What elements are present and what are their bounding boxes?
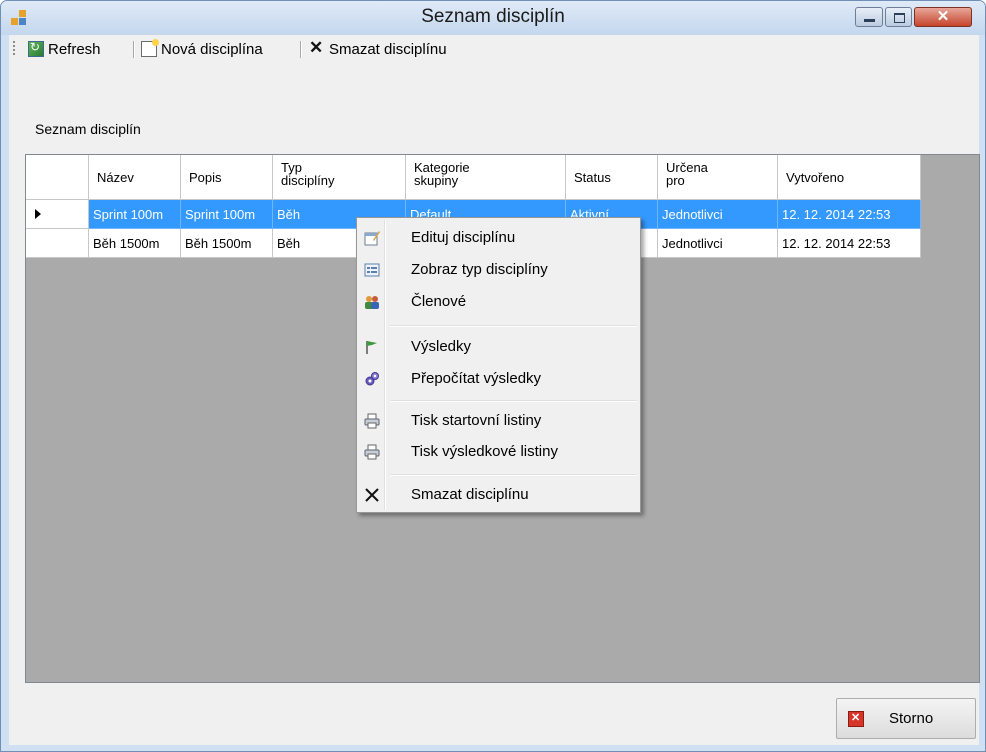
column-header-category[interactable]: Kategorie skupiny [406, 155, 566, 200]
cell-created[interactable]: 12. 12. 2014 22:53 [778, 200, 921, 229]
delete-x-icon [365, 488, 379, 502]
toolbar-separator [300, 41, 302, 58]
menu-item-results[interactable]: Výsledky [359, 332, 638, 362]
close-icon: ✕ [936, 8, 950, 25]
view-icon [364, 263, 380, 277]
minimize-icon [864, 19, 875, 22]
cancel-icon [848, 710, 864, 727]
new-discipline-button[interactable]: Nová disciplína [141, 38, 263, 60]
new-discipline-label: Nová disciplína [161, 40, 263, 58]
delete-discipline-label: Smazat disciplínu [329, 40, 447, 58]
edit-icon [364, 231, 380, 246]
window-title: Seznam disciplín [421, 6, 565, 27]
menu-item-label: Edituj disciplínu [411, 229, 516, 246]
menu-item-show-type[interactable]: Zobraz typ disciplíny [359, 255, 638, 285]
recalculate-icon [365, 372, 379, 386]
menu-separator [390, 400, 637, 402]
toolbar-grip[interactable] [13, 41, 15, 57]
refresh-button[interactable]: Refresh [28, 38, 101, 60]
row-header[interactable] [26, 200, 89, 229]
column-header-status[interactable]: Status [566, 155, 658, 200]
toolbar-separator [133, 41, 135, 58]
column-header-name[interactable]: Název [89, 155, 181, 200]
column-header-intended-for[interactable]: Určena pro [658, 155, 778, 200]
section-label: Seznam disciplín [35, 121, 141, 137]
cell-description[interactable]: Běh 1500m [181, 229, 273, 258]
context-menu: Edituj disciplínu Zobraz typ disciplíny … [356, 217, 641, 513]
column-header-type[interactable]: Typ disciplíny [273, 155, 406, 200]
new-document-icon [141, 39, 159, 57]
delete-discipline-button[interactable]: Smazat disciplínu [309, 38, 447, 60]
toolbar: Refresh Nová disciplína Smazat disciplín… [9, 35, 979, 63]
close-button[interactable]: ✕ [914, 7, 972, 27]
menu-item-label: Zobraz typ disciplíny [411, 261, 548, 278]
minimize-button[interactable] [855, 7, 883, 27]
menu-item-label: Přepočítat výsledky [411, 370, 542, 387]
column-header-description[interactable]: Popis [181, 155, 273, 200]
members-icon [365, 296, 379, 309]
cell-intended-for[interactable]: Jednotlivci [658, 200, 778, 229]
menu-item-edit-discipline[interactable]: Edituj disciplínu [359, 223, 638, 253]
column-header-created[interactable]: Vytvořeno [778, 155, 921, 200]
delete-x-icon [309, 38, 325, 58]
application-window: Seznam disciplín ✕ Refresh Nová disciplí… [0, 0, 986, 752]
menu-item-recalculate-results[interactable]: Přepočítat výsledky [359, 364, 638, 394]
title-bar[interactable]: Seznam disciplín ✕ [1, 1, 985, 35]
current-row-arrow-icon [35, 209, 41, 219]
menu-item-members[interactable]: Členové [359, 287, 638, 317]
menu-item-label: Smazat disciplínu [411, 486, 529, 503]
menu-item-label: Tisk výsledkové listiny [411, 443, 558, 460]
cancel-label: Storno [889, 710, 934, 727]
row-header-corner [26, 155, 89, 200]
flag-icon [366, 341, 377, 354]
cell-description[interactable]: Sprint 100m [181, 200, 273, 229]
menu-separator [390, 325, 637, 327]
menu-item-label: Členové [411, 293, 467, 310]
menu-item-label: Tisk startovní listiny [411, 412, 542, 429]
menu-separator [390, 474, 637, 476]
menu-item-print-start-list[interactable]: Tisk startovní listiny [359, 406, 638, 436]
menu-item-delete-discipline[interactable]: Smazat disciplínu [359, 480, 638, 510]
menu-item-label: Výsledky [411, 338, 472, 355]
cell-created[interactable]: 12. 12. 2014 22:53 [778, 229, 921, 258]
refresh-label: Refresh [48, 40, 101, 58]
print-icon [364, 444, 380, 460]
cancel-button[interactable]: Storno [836, 698, 976, 739]
maximize-button[interactable] [885, 7, 912, 27]
cell-intended-for[interactable]: Jednotlivci [658, 229, 778, 258]
maximize-icon [894, 13, 905, 23]
refresh-icon [28, 40, 44, 57]
cell-name[interactable]: Běh 1500m [89, 229, 181, 258]
menu-item-print-results-list[interactable]: Tisk výsledkové listiny [359, 437, 638, 467]
print-icon [364, 413, 380, 429]
row-header[interactable] [26, 229, 89, 258]
cell-name[interactable]: Sprint 100m [89, 200, 181, 229]
